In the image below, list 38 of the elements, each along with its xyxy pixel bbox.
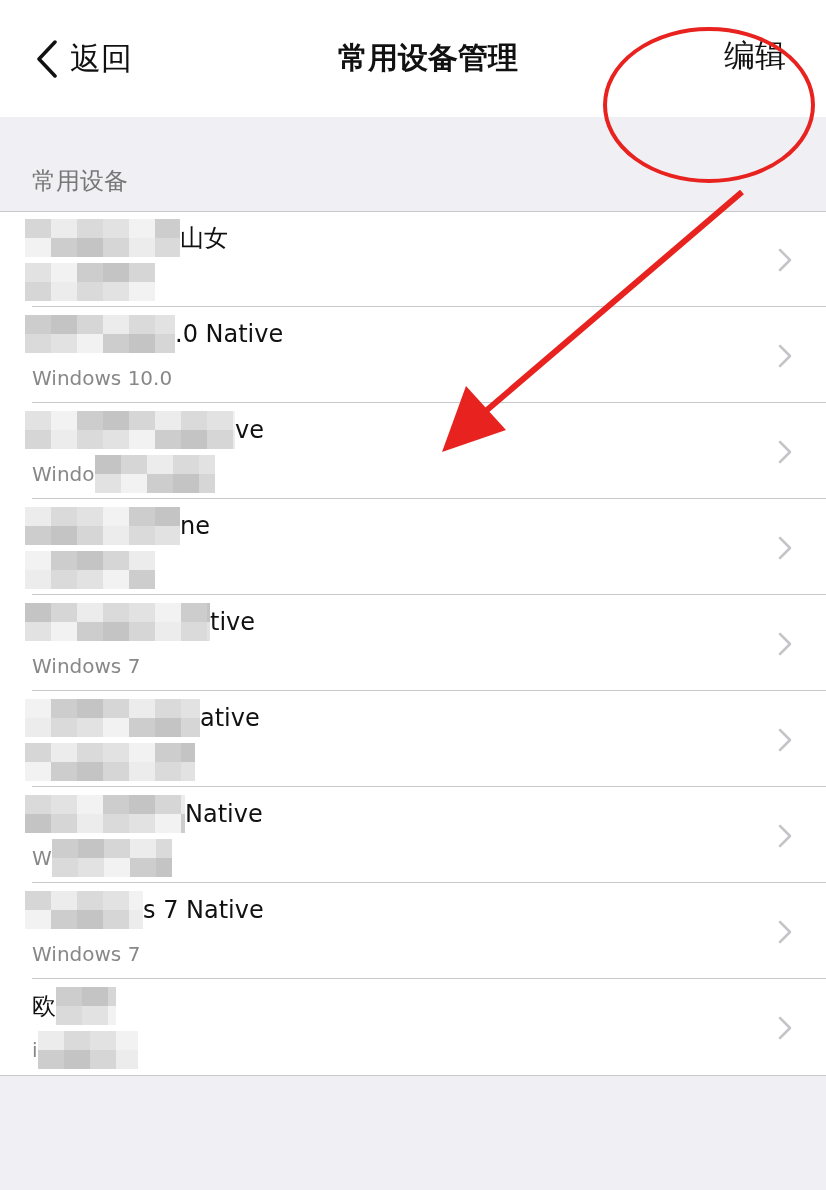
pixelated-blur xyxy=(56,986,116,1025)
device-os: Windows 7 xyxy=(31,941,141,966)
device-row[interactable]: s 7 Native Windows 7 xyxy=(0,883,826,979)
page-title: 常用设备管理 xyxy=(338,39,518,77)
device-row[interactable]: 欧 i xyxy=(0,979,826,1075)
device-os: Windows 7 xyxy=(31,653,141,678)
device-row[interactable]: .0 Native Windows 10.0 xyxy=(0,307,826,403)
chevron-right-icon xyxy=(778,1015,792,1040)
device-row[interactable]: tive Windows 7 xyxy=(0,595,826,691)
device-name: 欧 xyxy=(31,990,56,1022)
device-row[interactable]: Native W xyxy=(0,787,826,883)
device-name: ve xyxy=(235,415,264,444)
device-os: i xyxy=(31,1037,38,1062)
device-name: ne xyxy=(180,511,210,540)
device-row[interactable]: 山女 xyxy=(0,212,826,307)
device-name: tive xyxy=(210,607,256,636)
device-name: Native xyxy=(185,799,263,828)
device-name: ative xyxy=(200,703,260,732)
device-os: W xyxy=(31,845,52,870)
chevron-right-icon xyxy=(778,535,792,560)
device-name: .0 Native xyxy=(175,319,284,348)
device-os: Windows 10.0 xyxy=(31,365,173,390)
chevron-right-icon xyxy=(778,823,792,848)
device-row[interactable]: ne xyxy=(0,499,826,595)
chevron-right-icon xyxy=(778,631,792,656)
chevron-right-icon xyxy=(778,727,792,752)
chevron-right-icon xyxy=(778,343,792,368)
device-row[interactable]: ve Windo xyxy=(0,403,826,499)
device-row[interactable]: ative xyxy=(0,691,826,787)
device-name: 山女 xyxy=(180,222,228,254)
section-header: 常用设备 xyxy=(31,166,129,197)
device-name: s 7 Native xyxy=(143,895,264,924)
chevron-right-icon xyxy=(778,439,792,464)
back-button[interactable]: 返回 xyxy=(36,37,132,80)
chevron-right-icon xyxy=(778,247,792,272)
chevron-right-icon xyxy=(778,919,792,944)
chevron-left-icon xyxy=(36,39,58,78)
device-os: Windo xyxy=(31,461,95,486)
